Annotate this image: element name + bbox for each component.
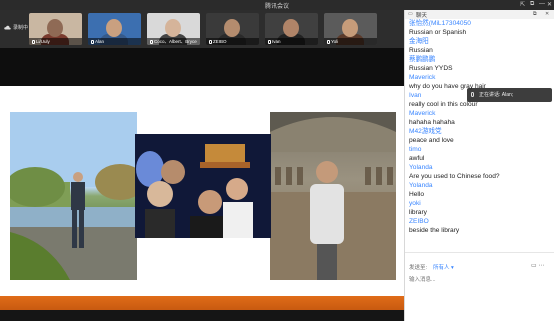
chat-message: yoki library (409, 199, 553, 217)
photo-park (10, 112, 137, 280)
message-text: hahaha hahaha (409, 119, 455, 126)
minimize-icon[interactable]: — (539, 1, 545, 7)
chat-message: M42游戏党 peace and love (409, 127, 553, 145)
participant-namebar: ZEIBO (206, 38, 259, 45)
message-text: peace and love (409, 137, 454, 144)
chat-footer: 发送至: 所有人 ▾ ▭ ⋯ (405, 252, 554, 321)
participant-tile[interactable]: Li/Uuly (29, 13, 82, 45)
message-text: Are you used to Chinese food? (409, 173, 500, 180)
message-sender: 张怡然(MiL17304050 (409, 20, 471, 27)
message-text: awful (409, 155, 425, 162)
message-sender: Yolanda (409, 182, 433, 189)
participant-name: Ivan (272, 39, 281, 44)
share-bottom-band (0, 310, 404, 321)
message-sender: ZEIBO (409, 218, 429, 225)
message-text: library (409, 209, 427, 216)
participant-namebar: Coco、Albert、Bryce (147, 38, 200, 45)
participant-face (224, 19, 240, 37)
mic-icon (91, 40, 94, 44)
participant-tile[interactable]: ZEIBO (206, 13, 259, 45)
mic-icon (268, 40, 271, 44)
footer-icons: ▭ ⋯ (531, 262, 544, 269)
mic-icon (32, 40, 35, 44)
message-sender: yoki (409, 200, 421, 207)
chat-message: 金海阳 Russian (409, 37, 553, 55)
participant-namebar: Ivan (265, 38, 318, 45)
message-text: Russian (409, 47, 433, 54)
participant-face (165, 19, 181, 37)
message-sender: timo (409, 146, 422, 153)
chat-message: Yolanda Are you used to Chinese food? (409, 163, 553, 181)
message-text: Hello (409, 191, 425, 198)
message-sender: M42游戏党 (409, 128, 442, 135)
share-top-band (0, 48, 404, 86)
chat-message: 张怡然(MiL17304050 Russian or Spanish (409, 19, 553, 37)
message-sender: 蔡鹏鹏鹏 (409, 56, 436, 63)
send-to-value: 所有人 (433, 265, 450, 271)
participant-tile[interactable]: Coco、Albert、Bryce (147, 13, 200, 45)
message-text: Russian or Spanish (409, 29, 467, 36)
more-icon[interactable]: ⋯ (538, 263, 544, 269)
participant-name: Yoli (331, 39, 339, 44)
send-to-select[interactable]: 所有人 ▾ (433, 263, 454, 271)
chevron-down-icon: ▾ (451, 265, 454, 271)
window-title: 腾讯会议 (264, 4, 289, 10)
cloud-icon (4, 25, 11, 30)
participant-tile[interactable]: Yoli (324, 13, 377, 45)
message-sender: Maverick (409, 74, 436, 81)
chat-message: Maverick hahaha hahaha (409, 109, 553, 127)
chat-message: 蔡鹏鹏鹏 Russian YYDS (409, 55, 553, 73)
meeting-app: 腾讯会议 ⇱ ⧉ — ✕ 录制中 Li/Uuly Alan Coco、Albert、… (0, 0, 554, 321)
restore-icon[interactable]: ⧉ (530, 1, 534, 8)
file-icon[interactable]: ▭ (531, 263, 537, 269)
message-sender: Maverick (409, 110, 436, 117)
participant-namebar: Li/Uuly (29, 38, 82, 45)
chat-panel: ▭ 聊天 ⧉ ✕ 张怡然(MiL17304050 Russian or Spani… (404, 10, 554, 321)
recording-label: 录制中 (13, 25, 29, 31)
message-text: Russian YYDS (409, 65, 453, 72)
chat-message: Yolanda Hello (409, 181, 553, 199)
chat-header: ▭ 聊天 ⧉ ✕ (405, 10, 554, 19)
participant-tile[interactable]: Ivan (265, 13, 318, 45)
participant-name: ZEIBO (213, 39, 227, 44)
participant-name: Li/Uuly (36, 39, 50, 44)
mic-icon (150, 40, 153, 44)
mic-icon (471, 92, 474, 97)
participant-namebar: Alan (88, 38, 141, 45)
title-bar: 腾讯会议 ⇱ ⧉ — ✕ (0, 0, 554, 10)
participant-face (47, 19, 63, 37)
video-strip: 录制中 Li/Uuly Alan Coco、Albert、Bryce ZEIBO Iva… (0, 10, 404, 48)
message-sender: Yolanda (409, 164, 433, 171)
close-icon[interactable]: ✕ (547, 1, 552, 8)
participant-name: Alan (95, 39, 105, 44)
recording-indicator[interactable]: 录制中 (4, 24, 28, 31)
send-to-label: 发送至: (409, 265, 428, 271)
chat-title: 聊天 (416, 13, 428, 19)
photo-terracotta (270, 112, 396, 280)
photo-group (135, 134, 271, 238)
participant-face (342, 19, 358, 37)
participant-face (283, 19, 299, 37)
message-list[interactable]: 张怡然(MiL17304050 Russian or Spanish 金海阳 Russ… (409, 19, 553, 261)
shared-slide (0, 86, 404, 296)
chat-message: ZEIBO beside the library (409, 217, 553, 235)
speaking-text: 正在讲话: Alan; (479, 92, 514, 98)
participant-face (106, 19, 122, 37)
mic-icon (209, 40, 212, 44)
slide-bottom-band (0, 296, 404, 310)
pin-icon[interactable]: ⇱ (520, 1, 525, 8)
speaking-toast: 正在讲话: Alan; (467, 88, 552, 102)
participant-tile[interactable]: Alan (88, 13, 141, 45)
chat-message: timo awful (409, 145, 553, 163)
meeting-view: 录制中 Li/Uuly Alan Coco、Albert、Bryce ZEIBO Iva… (0, 10, 404, 321)
participant-name: Coco、Albert、Bryce (154, 39, 197, 44)
popout-icon[interactable]: ⧉ (533, 11, 537, 17)
mic-icon (327, 40, 330, 44)
chat-input[interactable] (409, 274, 549, 286)
message-text: beside the library (409, 227, 460, 234)
chat-icon: ▭ (408, 11, 413, 17)
message-sender: 金海阳 (409, 38, 429, 45)
participant-namebar: Yoli (324, 38, 377, 45)
chat-close-icon[interactable]: ✕ (545, 11, 549, 17)
